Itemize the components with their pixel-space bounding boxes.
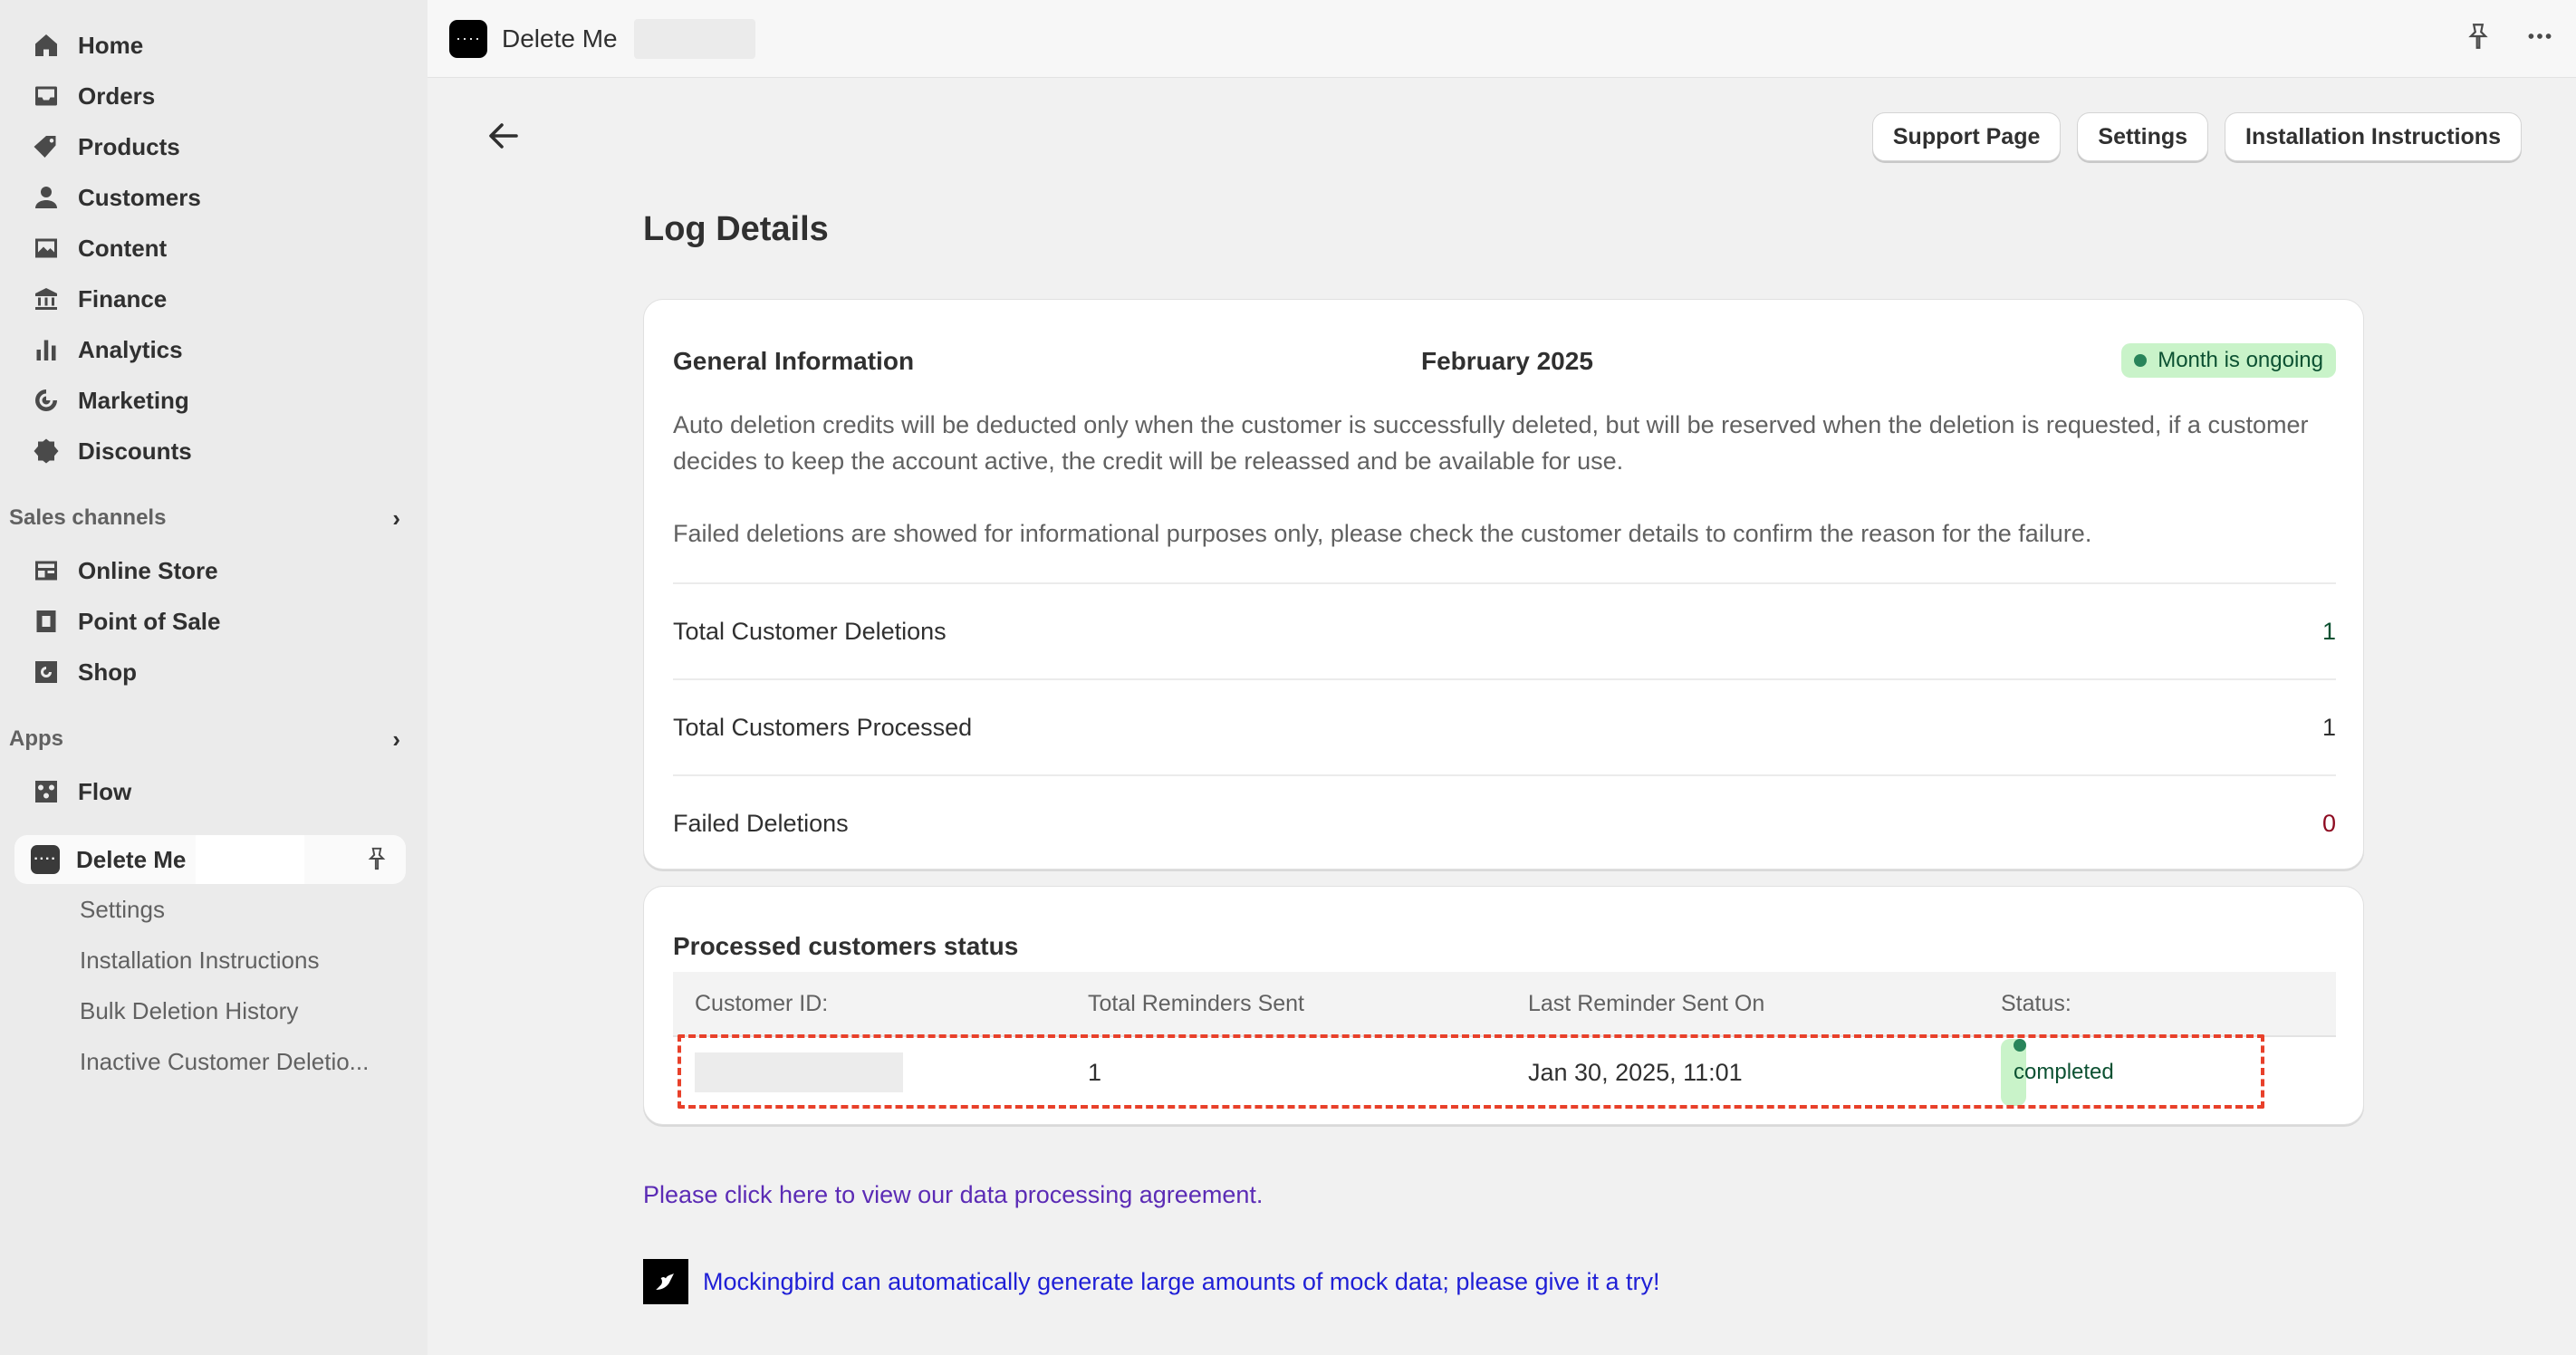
more-horizontal-icon[interactable] (2525, 22, 2554, 51)
stat-label: Total Customer Deletions (673, 617, 947, 645)
mockingbird-link[interactable]: Mockingbird can automatically generate l… (703, 1268, 1660, 1296)
sidebar-item-label: Marketing (78, 386, 189, 414)
sidebar-item-label: Analytics (78, 335, 183, 363)
sidebar-item-customers[interactable]: Customers (0, 172, 428, 223)
column-header-last-sent: Last Reminder Sent On (1528, 990, 1765, 1016)
person-icon (31, 182, 62, 213)
sidebar-item-label: Home (78, 31, 144, 59)
sidebar-item-analytics[interactable]: Analytics (0, 324, 428, 375)
sidebar-item-point-of-sale[interactable]: Point of Sale (0, 596, 428, 647)
target-icon (31, 385, 62, 416)
sidebar-item-label: Flow (78, 777, 132, 805)
page-title: Log Details (643, 210, 829, 248)
stat-row-total-processed: Total Customers Processed 1 (673, 678, 2336, 774)
installation-instructions-button[interactable]: Installation Instructions (2225, 112, 2522, 161)
chevron-right-icon: › (392, 504, 400, 532)
header-button-row: Support Page Settings Installation Instr… (1871, 112, 2522, 161)
stat-value: 0 (2321, 809, 2336, 837)
column-header-customer-id: Customer ID: (695, 990, 829, 1016)
sidebar-item-label: Customers (78, 183, 201, 211)
sidebar-subitem-inactive[interactable]: Inactive Customer Deletio... (0, 1036, 428, 1087)
sidebar-item-home[interactable]: Home (0, 20, 428, 71)
data-processing-agreement-link[interactable]: Please click here to view our data proce… (643, 1181, 1263, 1209)
apps-label: Apps (9, 726, 63, 751)
stat-label: Failed Deletions (673, 809, 849, 837)
support-page-button[interactable]: Support Page (1871, 112, 2062, 161)
sales-channels-label: Sales channels (9, 505, 167, 530)
stat-row-failed-deletions: Failed Deletions 0 (673, 774, 2336, 870)
general-information-card: General Information February 2025 Month … (643, 299, 2364, 870)
bar-chart-icon (31, 334, 62, 365)
app-topbar: ···· Delete Me (428, 0, 2576, 78)
chevron-right-icon: › (392, 725, 400, 753)
highlight-annotation (678, 1034, 2264, 1109)
store-icon (31, 555, 62, 586)
sidebar-item-label: Shop (78, 658, 137, 686)
inbox-icon (31, 81, 62, 111)
back-arrow-icon[interactable] (485, 118, 522, 154)
status-dot-icon (2134, 354, 2148, 367)
app-logo-icon: ···· (31, 845, 60, 874)
stat-label: Total Customers Processed (673, 713, 973, 741)
general-information-heading: General Information (673, 347, 915, 375)
redacted-area (196, 835, 304, 884)
bird-icon (643, 1259, 688, 1304)
mockingbird-promo[interactable]: Mockingbird can automatically generate l… (643, 1259, 1660, 1304)
settings-button[interactable]: Settings (2077, 112, 2209, 161)
sidebar-item-marketing[interactable]: Marketing (0, 375, 428, 426)
sidebar-subitem-installation[interactable]: Installation Instructions (0, 935, 428, 985)
sidebar-item-discounts[interactable]: Discounts (0, 426, 428, 476)
stat-value: 1 (2321, 617, 2336, 645)
sidebar-item-label: Discounts (78, 437, 192, 465)
column-header-reminders: Total Reminders Sent (1088, 990, 1305, 1016)
sidebar-item-label: Finance (78, 284, 168, 312)
image-icon (31, 233, 62, 264)
flow-icon (31, 776, 62, 807)
sidebar-item-label: Products (78, 132, 180, 160)
app-logo-icon: ···· (449, 19, 487, 58)
sales-channels-section[interactable]: Sales channels › (0, 500, 428, 536)
sidebar-item-shop[interactable]: Shop (0, 647, 428, 697)
month-label: February 2025 (1421, 347, 1593, 375)
sidebar-item-label: Content (78, 234, 168, 262)
sidebar-item-flow[interactable]: Flow (0, 766, 428, 817)
sidebar: Home Orders Products Customers Content F… (0, 0, 428, 1355)
sidebar-item-delete-me[interactable]: ···· Delete Me (14, 835, 406, 884)
pos-icon (31, 606, 62, 637)
sidebar-subitem-settings[interactable]: Settings (0, 884, 428, 935)
sidebar-item-label: Point of Sale (78, 607, 221, 635)
column-header-status: Status: (2001, 990, 2071, 1016)
sidebar-item-products[interactable]: Products (0, 121, 428, 172)
failed-deletions-info-text: Failed deletions are showed for informat… (673, 520, 2092, 547)
stat-value: 1 (2321, 713, 2336, 741)
sidebar-item-label: Orders (78, 82, 156, 110)
sidebar-item-content[interactable]: Content (0, 223, 428, 274)
redacted-area (633, 18, 755, 59)
pin-icon[interactable] (2464, 22, 2493, 51)
discount-icon (31, 436, 62, 466)
tag-icon (31, 131, 62, 162)
sidebar-item-online-store[interactable]: Online Store (0, 545, 428, 596)
stat-row-total-deletions: Total Customer Deletions 1 (673, 582, 2336, 678)
processed-customers-heading: Processed customers status (673, 932, 1019, 960)
sidebar-item-label: Delete Me (76, 845, 187, 873)
status-badge-label: Month is ongoing (2158, 348, 2323, 372)
sidebar-item-finance[interactable]: Finance (0, 274, 428, 324)
shop-icon (31, 657, 62, 687)
credits-info-text: Auto deletion credits will be deducted o… (673, 411, 2309, 475)
app-title: Delete Me (502, 24, 618, 53)
bank-icon (31, 283, 62, 314)
status-badge: Month is ongoing (2121, 343, 2336, 378)
pin-icon[interactable] (364, 846, 389, 871)
apps-section[interactable]: Apps › (0, 721, 428, 757)
sidebar-subitem-bulk-deletion[interactable]: Bulk Deletion History (0, 985, 428, 1036)
table-header: Customer ID: Total Reminders Sent Last R… (673, 972, 2336, 1037)
sidebar-item-label: Online Store (78, 556, 218, 584)
home-icon (31, 30, 62, 61)
sidebar-item-orders[interactable]: Orders (0, 71, 428, 121)
topbar-actions (2464, 22, 2554, 51)
